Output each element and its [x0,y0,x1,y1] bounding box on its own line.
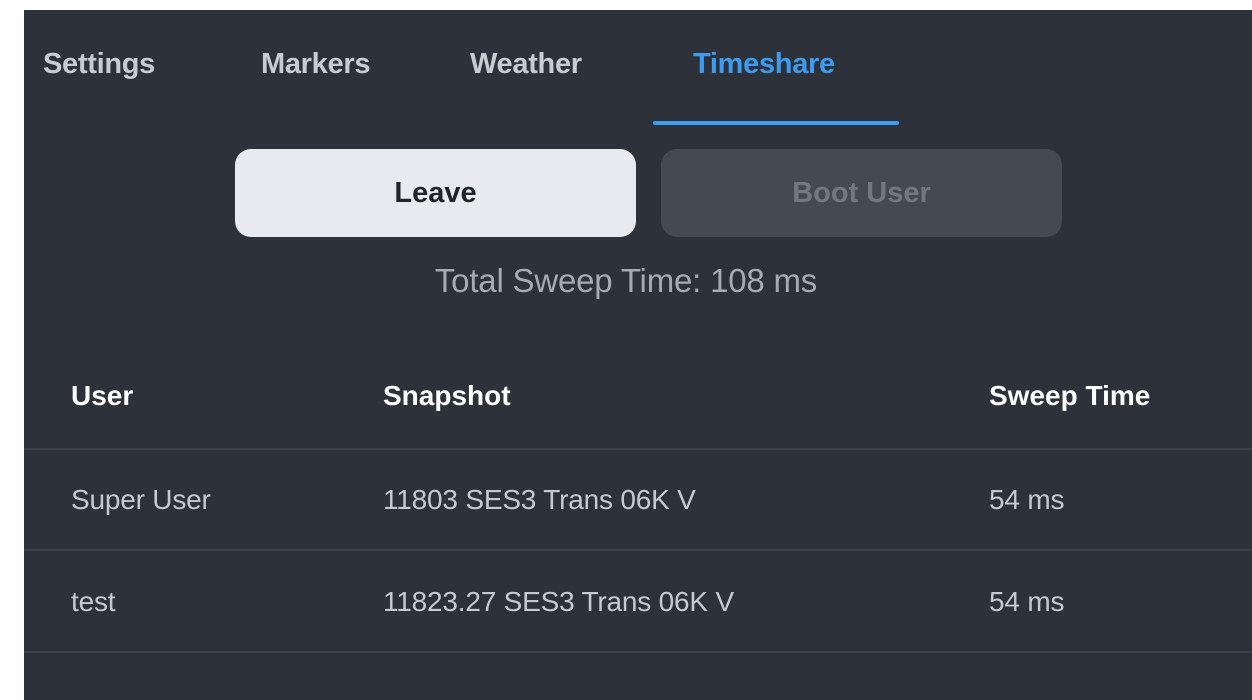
leave-button[interactable]: Leave [235,149,636,237]
tab-weather[interactable]: Weather [470,48,582,81]
total-sweep-time-value: 108 ms [710,262,818,299]
cell-user: test [71,586,116,617]
header-user: User [71,380,134,411]
cell-user: Super User [71,484,211,515]
tab-settings[interactable]: Settings [43,48,155,81]
total-sweep-time-label: Total Sweep Time: [434,262,702,299]
cell-sweep-time: 54 ms [989,484,1065,515]
tab-bar: Settings Markers Weather Timeshare [24,10,1252,126]
row-divider [24,651,1252,653]
tab-markers[interactable]: Markers [261,48,370,81]
cell-sweep-time: 54 ms [989,586,1065,617]
active-tab-indicator [653,121,899,125]
row-divider [24,549,1252,551]
boot-user-button[interactable]: Boot User [661,149,1062,237]
header-snapshot: Snapshot [383,380,511,411]
cell-snapshot: 11803 SES3 Trans 06K V [383,484,696,515]
header-sweep-time: Sweep Time [989,380,1151,411]
header-divider [24,448,1252,450]
cell-snapshot: 11823.27 SES3 Trans 06K V [383,586,734,617]
tab-timeshare[interactable]: Timeshare [693,48,835,81]
total-sweep-time: Total Sweep Time: 108 ms [0,262,1252,300]
